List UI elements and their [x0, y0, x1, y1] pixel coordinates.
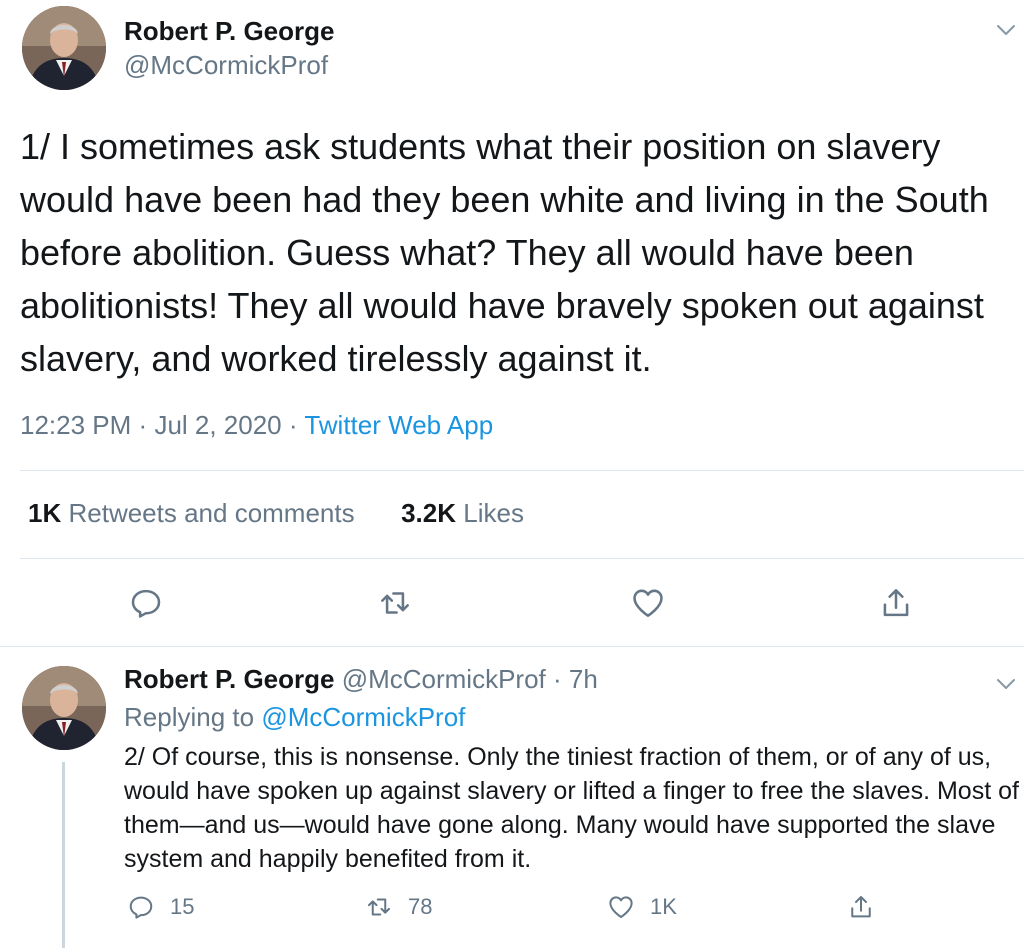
tweet-source-link[interactable]: Twitter Web App — [304, 410, 493, 440]
heart-icon[interactable] — [629, 584, 667, 622]
share-icon — [851, 896, 871, 918]
avatar[interactable] — [22, 666, 106, 750]
share-button[interactable] — [846, 892, 876, 922]
meta-separator: · — [288, 410, 298, 440]
meta-separator: · — [553, 664, 562, 694]
retweet-button[interactable]: 78 — [364, 892, 432, 922]
retweets-label: Retweets and comments — [68, 498, 355, 528]
retweet-icon[interactable] — [376, 584, 414, 622]
author-handle[interactable]: @McCormickProf — [124, 50, 328, 81]
reply-icon[interactable] — [127, 584, 165, 622]
retweet-count: 78 — [408, 894, 433, 919]
tweet-date[interactable]: Jul 2, 2020 — [154, 410, 281, 440]
reply-age[interactable]: 7h — [569, 664, 598, 694]
retweet-icon — [368, 898, 390, 916]
divider — [0, 646, 1024, 647]
reply-author-handle[interactable]: @McCormickProf — [342, 664, 546, 694]
avatar[interactable] — [22, 6, 106, 90]
tweet-meta: 12:23 PM · Jul 2, 2020 · Twitter Web App — [20, 410, 493, 441]
thread-line — [62, 762, 65, 948]
tweet-text: 1/ I sometimes ask students what their p… — [20, 126, 989, 379]
replying-to-handle[interactable]: @McCormickProf — [261, 702, 465, 732]
heart-icon — [609, 896, 633, 918]
replying-label: Replying to — [124, 702, 255, 732]
likes-count: 3.2K — [401, 498, 457, 528]
likes-stat[interactable]: 3.2K Likes — [401, 498, 524, 528]
reply-header: Robert P. George @McCormickProf · 7h — [124, 664, 598, 695]
chevron-down-icon[interactable] — [994, 18, 1018, 42]
tweet-stats: 1K Retweets and comments 3.2K Likes — [28, 498, 524, 529]
share-icon[interactable] — [877, 584, 915, 622]
replying-to: Replying to @McCormickProf — [124, 702, 465, 733]
meta-separator: · — [138, 410, 148, 440]
reply-button[interactable]: 15 — [126, 892, 194, 922]
reply-icon — [129, 896, 153, 919]
like-button[interactable]: 1K — [606, 892, 677, 922]
reply-count: 15 — [170, 894, 195, 919]
likes-label: Likes — [463, 498, 524, 528]
reply-text: 2/ Of course, this is nonsense. Only the… — [124, 743, 1019, 873]
author-name[interactable]: Robert P. George — [124, 16, 334, 47]
reply-author-name[interactable]: Robert P. George — [124, 664, 334, 694]
tweet-time[interactable]: 12:23 PM — [20, 410, 131, 440]
like-count: 1K — [650, 894, 677, 919]
retweets-stat[interactable]: 1K Retweets and comments — [28, 498, 355, 528]
retweets-count: 1K — [28, 498, 62, 528]
chevron-down-icon[interactable] — [994, 672, 1018, 696]
divider — [20, 470, 1024, 471]
divider — [20, 558, 1024, 559]
